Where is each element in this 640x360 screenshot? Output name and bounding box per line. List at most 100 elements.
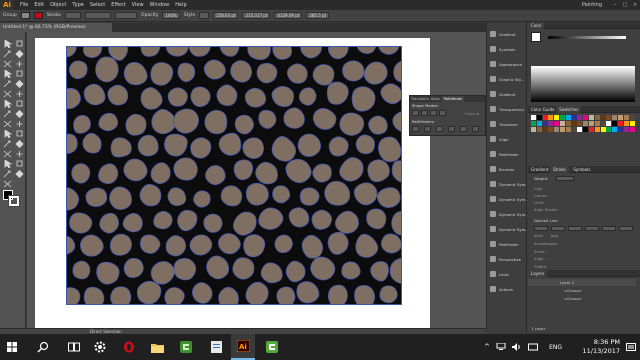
swatch[interactable] xyxy=(606,115,612,120)
collapsed-panel-button[interactable]: Dynamic Sym... xyxy=(490,180,529,188)
collapsed-panel-button[interactable]: Dynamic Sym... xyxy=(490,210,529,218)
stone-shape[interactable] xyxy=(139,183,162,207)
stroke-label[interactable]: Stroke xyxy=(47,13,61,18)
scale-tool-icon[interactable] xyxy=(3,110,12,118)
swatch[interactable] xyxy=(589,127,594,132)
fill-swatch[interactable] xyxy=(20,12,30,19)
stone-shape[interactable] xyxy=(285,158,312,184)
stone-shape[interactable] xyxy=(232,257,255,280)
swatch[interactable] xyxy=(629,115,635,120)
stroke-indicator[interactable] xyxy=(8,195,20,207)
collapsed-panel-button[interactable]: Appearance xyxy=(490,60,528,68)
stone-shape[interactable] xyxy=(378,136,401,163)
stone-shape[interactable] xyxy=(173,157,198,181)
stroke-swatch[interactable] xyxy=(33,12,43,19)
stone-shape[interactable] xyxy=(140,87,163,110)
camtasia-recorder-app[interactable] xyxy=(260,334,284,360)
dash-field[interactable] xyxy=(568,226,582,231)
stone-shape[interactable] xyxy=(327,284,348,305)
line-tool-icon[interactable] xyxy=(15,70,24,78)
collapsed-panel-button[interactable]: Dynamic Sym... xyxy=(490,195,529,203)
stone-shape[interactable] xyxy=(151,109,177,135)
menu-window[interactable]: Window xyxy=(150,2,170,8)
stone-shape[interactable] xyxy=(355,233,379,258)
swatch[interactable] xyxy=(548,127,554,132)
swatch[interactable] xyxy=(536,127,542,132)
maximize-button[interactable]: □ xyxy=(620,0,630,10)
stone-shape[interactable] xyxy=(167,87,188,107)
stone-shape[interactable] xyxy=(216,84,238,107)
stone-shape[interactable] xyxy=(355,134,375,155)
stone-shape[interactable] xyxy=(123,257,144,279)
opacity-label[interactable]: Opacity xyxy=(141,13,158,18)
height-field[interactable]: 285.5 pt xyxy=(306,12,330,19)
stone-shape[interactable] xyxy=(271,86,294,107)
paintbrush-tool-icon[interactable] xyxy=(15,80,24,88)
stone-shape[interactable] xyxy=(271,136,297,162)
stone-shape[interactable] xyxy=(245,182,269,206)
swatch[interactable] xyxy=(548,115,554,120)
clock[interactable]: 8:36 PM 11/13/2017 xyxy=(583,338,620,356)
swatch[interactable] xyxy=(571,121,577,126)
direct-selection-tool-icon[interactable] xyxy=(15,40,24,48)
stone-shape[interactable] xyxy=(177,209,198,232)
stone-shape[interactable] xyxy=(218,233,241,255)
stone-shape[interactable] xyxy=(167,187,187,207)
stroke-weight-input[interactable] xyxy=(556,176,574,181)
dashed-line-checkbox[interactable]: Dashed Line xyxy=(534,218,558,223)
swatch[interactable] xyxy=(571,127,577,132)
width-tool-icon[interactable] xyxy=(15,110,24,118)
stone-shape[interactable] xyxy=(243,234,266,258)
stone-shape[interactable] xyxy=(242,137,264,159)
menu-help[interactable]: Help xyxy=(175,2,186,8)
style-label[interactable]: Style xyxy=(184,13,195,18)
swatches-grid[interactable] xyxy=(531,115,637,141)
stone-shape[interactable] xyxy=(260,262,283,284)
stone-shape[interactable] xyxy=(380,83,402,105)
stone-shape[interactable] xyxy=(164,287,185,305)
stone-shape[interactable] xyxy=(72,260,91,280)
slice-tool-icon[interactable] xyxy=(3,170,12,178)
stone-shape[interactable] xyxy=(353,182,378,206)
stone-shape[interactable] xyxy=(370,261,389,282)
stone-shape[interactable] xyxy=(232,211,257,236)
stone-shape[interactable] xyxy=(311,209,332,230)
crop-button[interactable] xyxy=(448,126,455,132)
collapsed-panel-button[interactable]: Actions xyxy=(490,285,528,293)
stone-shape[interactable] xyxy=(165,235,186,257)
shaper-tool-icon[interactable] xyxy=(15,90,24,98)
shape-builder-tool-icon[interactable] xyxy=(15,120,24,128)
width-field[interactable]: 4129.09 pt xyxy=(274,12,303,19)
close-button[interactable]: × xyxy=(630,0,640,10)
start-button[interactable] xyxy=(0,334,24,360)
swatch[interactable] xyxy=(583,121,589,126)
collapsed-panel-button[interactable]: Graphic Sty... xyxy=(490,75,528,83)
network-icon[interactable] xyxy=(496,343,506,351)
stone-shape[interactable] xyxy=(339,112,365,136)
stone-shape[interactable] xyxy=(392,111,402,132)
stone-shape[interactable] xyxy=(164,133,188,157)
swatch[interactable] xyxy=(606,127,612,132)
menu-select[interactable]: Select xyxy=(90,2,105,8)
stone-shape[interactable] xyxy=(298,87,317,106)
stone-shape[interactable] xyxy=(393,60,402,83)
chevron-up-icon[interactable]: ^ xyxy=(484,343,490,351)
swatch[interactable] xyxy=(565,115,571,120)
swatch[interactable] xyxy=(542,121,548,126)
stone-shape[interactable] xyxy=(312,64,335,86)
intersect-button[interactable] xyxy=(430,110,437,116)
type-tool-icon[interactable] xyxy=(3,70,12,78)
stone-shape[interactable] xyxy=(85,187,108,207)
stone-shape[interactable] xyxy=(245,281,269,305)
stone-shape[interactable] xyxy=(367,159,390,183)
eraser-tool-icon[interactable] xyxy=(3,100,12,108)
stone-shape[interactable] xyxy=(301,234,324,259)
swatch[interactable] xyxy=(583,127,589,132)
stone-shape[interactable] xyxy=(82,47,103,59)
collapsed-panel-button[interactable]: Symbols xyxy=(490,45,528,53)
stone-shape[interactable] xyxy=(354,285,376,305)
zoom-tool-icon[interactable] xyxy=(3,180,12,188)
tab-color-guide[interactable]: Color Guide xyxy=(528,107,554,112)
layer-row[interactable]: Layer 1 xyxy=(528,279,636,286)
rectangle-tool-icon[interactable] xyxy=(3,80,12,88)
